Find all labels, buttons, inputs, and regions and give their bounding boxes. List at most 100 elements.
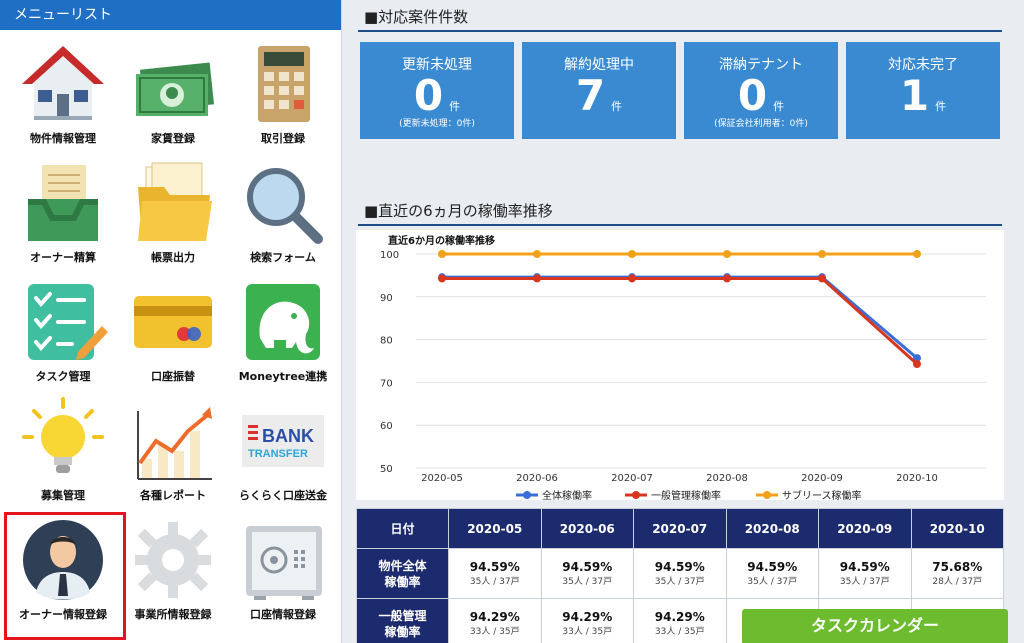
menu-item[interactable]: 口座情報登録: [228, 516, 338, 632]
stat-card-unit: 件: [773, 100, 785, 113]
occupancy-section-title: ■直近の6ヵ月の稼働率推移: [364, 202, 553, 220]
folder-icon: [128, 159, 218, 247]
legend-marker: [523, 491, 531, 499]
menu-item[interactable]: 口座振替: [118, 278, 228, 394]
table-cell: 94.59% 35人 / 37戸: [633, 548, 727, 599]
table-cell: 94.59% 35人 / 37戸: [818, 548, 912, 599]
table-header-cell: 2020-09: [818, 508, 912, 549]
menu-item-label: オーナー精算: [30, 251, 96, 264]
bar-chart-icon: [128, 397, 218, 485]
data-point: [818, 274, 826, 283]
table-cell: 75.68% 28人 / 37戸: [910, 548, 1004, 599]
row-label: 一般管理 稼働率: [356, 598, 449, 643]
table-header-cell: 2020-10: [910, 508, 1004, 549]
cell-count: 35人 / 37戸: [469, 577, 520, 587]
cell-rate: 94.59%: [562, 560, 613, 574]
table-cell: 94.59% 35人 / 37戸: [725, 548, 819, 599]
data-point: [533, 250, 541, 258]
x-tick-label: 2020-10: [896, 473, 938, 484]
menu-item[interactable]: タスク管理: [8, 278, 118, 394]
menu-item[interactable]: オーナー精算: [8, 159, 118, 275]
gear-icon: [128, 516, 218, 604]
table-header-cell: 2020-07: [633, 508, 727, 549]
menu-item-label: 募集管理: [41, 489, 85, 502]
main-content: ■対応案件件数 更新未処理 0 件 (更新未処理：0件) 解約処理中 7 件滞納テナント 0 件…: [342, 0, 1024, 643]
data-point: [913, 360, 921, 369]
menu-item-label: らくらく口座送金: [239, 489, 327, 502]
data-point: [628, 274, 636, 283]
table-header-cell: 2020-05: [448, 508, 542, 549]
menu-item-label: Moneytree連携: [238, 370, 328, 383]
y-tick-label: 80: [380, 336, 393, 347]
cell-rate: 94.59%: [469, 560, 520, 574]
menu-item[interactable]: 物件情報管理: [8, 40, 118, 156]
menu-item-label: 物件情報管理: [30, 132, 96, 145]
menu-item-label: 事業所情報登録: [134, 608, 212, 621]
task-calendar-button[interactable]: タスクカレンダー: [742, 609, 1008, 643]
cell-rate: 75.68%: [932, 560, 983, 574]
legend-label: 全体稼働率: [542, 489, 592, 500]
table-header-cell: 日付: [356, 508, 449, 549]
occupancy-chart: 直近6か月の稼働率推移 50 60 70 80 90 100 2020-05 2020-06 20…: [356, 230, 1004, 502]
menu-item-label: 口座振替: [151, 370, 195, 383]
menu-item-label: 帳票出力: [151, 251, 195, 264]
data-point: [628, 250, 636, 258]
table-header-cell: 2020-06: [540, 508, 634, 549]
cell-count: 35人 / 37戸: [654, 577, 705, 587]
y-tick-label: 50: [380, 464, 393, 475]
inbox-tray-icon: [18, 159, 108, 247]
stat-card[interactable]: 更新未処理 0 件 (更新未処理：0件): [360, 42, 514, 139]
series-line: [442, 276, 919, 366]
cell-rate: 94.59%: [654, 560, 705, 574]
table-row: 物件全体 稼働率 94.59% 35人 / 37戸 94.59% 35人 / 37戸 94.…: [356, 548, 1004, 599]
stat-card[interactable]: 解約処理中 7 件: [522, 42, 676, 139]
menu-item-label: タスク管理: [35, 370, 91, 383]
legend-label: 一般管理稼働率: [651, 489, 721, 500]
y-tick-label: 100: [380, 250, 399, 261]
data-point: [723, 250, 731, 258]
menu-item[interactable]: 検索フォーム: [228, 159, 338, 275]
data-point: [913, 250, 921, 258]
menu-item[interactable]: 各種レポート: [118, 397, 228, 513]
stat-card-unit: 件: [449, 100, 461, 113]
table-cell: 94.59% 35人 / 37戸: [540, 548, 634, 599]
data-point: [533, 274, 541, 283]
x-tick-label: 2020-05: [421, 473, 463, 484]
elephant-icon: [238, 278, 328, 366]
cell-rate: 94.59%: [839, 560, 890, 574]
safe-icon: [238, 516, 328, 604]
menu-item[interactable]: 家賃登録: [118, 40, 228, 156]
cell-count: 35人 / 37戸: [747, 577, 798, 587]
x-tick-label: 2020-06: [516, 473, 558, 484]
menu-item[interactable]: 募集管理: [8, 397, 118, 513]
menu-item[interactable]: 取引登録: [228, 40, 338, 156]
y-tick-label: 60: [380, 421, 393, 432]
cell-count: 33人 / 35戸: [654, 627, 705, 637]
sidebar: メニューリスト 物件情報管理 家賃登録 取引登録 オーナー精算 帳票出力 検索フォーム タス…: [0, 0, 342, 643]
cell-count: 33人 / 35戸: [469, 627, 520, 637]
stat-card[interactable]: 滞納テナント 0 件 (保証会社利用者：0件): [684, 42, 838, 139]
cases-section-title: ■対応案件件数: [364, 8, 469, 26]
row-label: 物件全体 稼働率: [356, 548, 449, 599]
legend-marker: [763, 491, 771, 499]
menu-item[interactable]: BANK TRANSFER らくらく口座送金: [228, 397, 338, 513]
stat-card-value: 0: [737, 71, 768, 120]
menu-item[interactable]: 帳票出力: [118, 159, 228, 275]
stat-card-note: (保証会社利用者：0件): [714, 119, 808, 129]
bank-logo-subtext: TRANSFER: [248, 448, 308, 460]
data-point: [438, 250, 446, 258]
cell-rate: 94.59%: [747, 560, 798, 574]
calculator-icon: [238, 40, 328, 128]
stat-card-unit: 件: [611, 100, 623, 113]
menu-item-label: 取引登録: [261, 132, 305, 145]
stat-card-value: 7: [575, 71, 606, 120]
stat-card[interactable]: 対応未完了 1 件: [846, 42, 1000, 139]
table-header-cell: 2020-08: [725, 508, 819, 549]
menu-item[interactable]: 事業所情報登録: [118, 516, 228, 632]
cell-rate: 94.29%: [469, 610, 520, 624]
bank-transfer-icon: BANK TRANSFER: [238, 397, 328, 485]
menu-item[interactable]: Moneytree連携: [228, 278, 338, 394]
menu-item[interactable]: オーナー情報登録: [4, 512, 126, 640]
section-divider: [358, 224, 1002, 226]
lightbulb-icon: [18, 397, 108, 485]
